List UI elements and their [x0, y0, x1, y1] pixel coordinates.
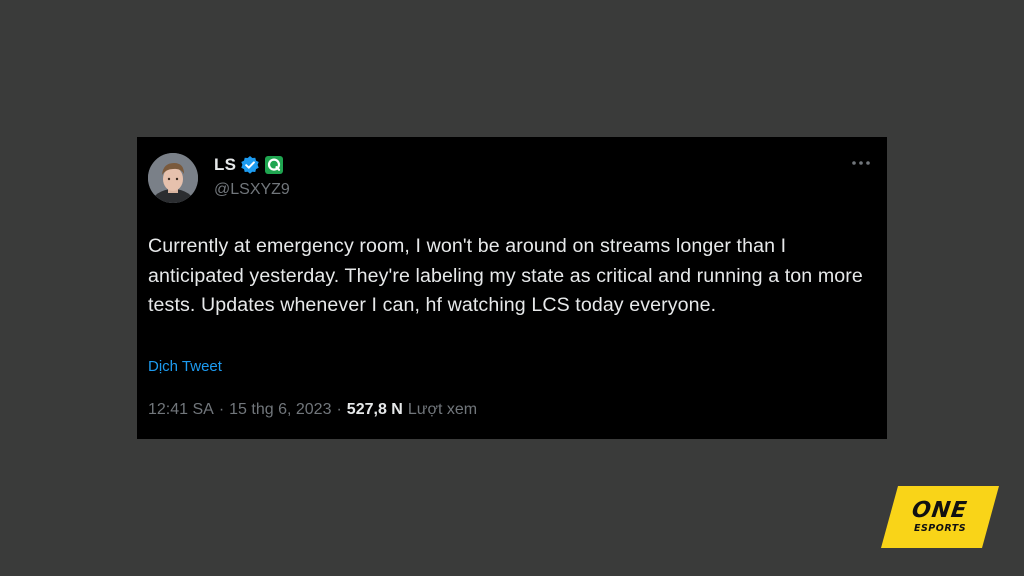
- translate-tweet-link[interactable]: Dịch Tweet: [148, 358, 222, 375]
- more-dots-icon: [852, 161, 870, 165]
- meta-separator: ·: [218, 401, 225, 418]
- author-handle[interactable]: @LSXYZ9: [214, 181, 290, 199]
- views-count: 527,8 N: [346, 401, 403, 418]
- logo-text: ONE ESPORTS: [880, 484, 1000, 550]
- meta-separator: ·: [336, 401, 342, 418]
- tweet-meta: 12:41 SA · 15 thg 6, 2023 · 527,8 N Lượt…: [148, 401, 477, 419]
- one-esports-logo: ONE ESPORTS: [880, 484, 1000, 550]
- tweet-card: LS @LSXYZ9 Currently at emergency room, …: [137, 137, 887, 439]
- tweet-time[interactable]: 12:41 SA: [148, 401, 214, 419]
- avatar[interactable]: [148, 153, 198, 203]
- views-label: Lượt xem: [407, 401, 478, 418]
- tweet-text: Currently at emergency room, I won't be …: [148, 235, 863, 316]
- more-options-button[interactable]: [849, 153, 873, 173]
- author-name-row[interactable]: LS: [214, 154, 284, 176]
- avatar-image: [148, 153, 198, 203]
- logo-one-text: ONE: [910, 497, 970, 523]
- page-background: LS @LSXYZ9 Currently at emergency room, …: [0, 0, 1024, 576]
- display-name[interactable]: LS: [214, 155, 236, 175]
- affiliate-badge-icon[interactable]: [264, 155, 284, 175]
- logo-esports-text: ESPORTS: [913, 522, 967, 534]
- verified-check-icon: [240, 155, 260, 175]
- tweet-date[interactable]: 15 thg 6, 2023: [229, 401, 331, 419]
